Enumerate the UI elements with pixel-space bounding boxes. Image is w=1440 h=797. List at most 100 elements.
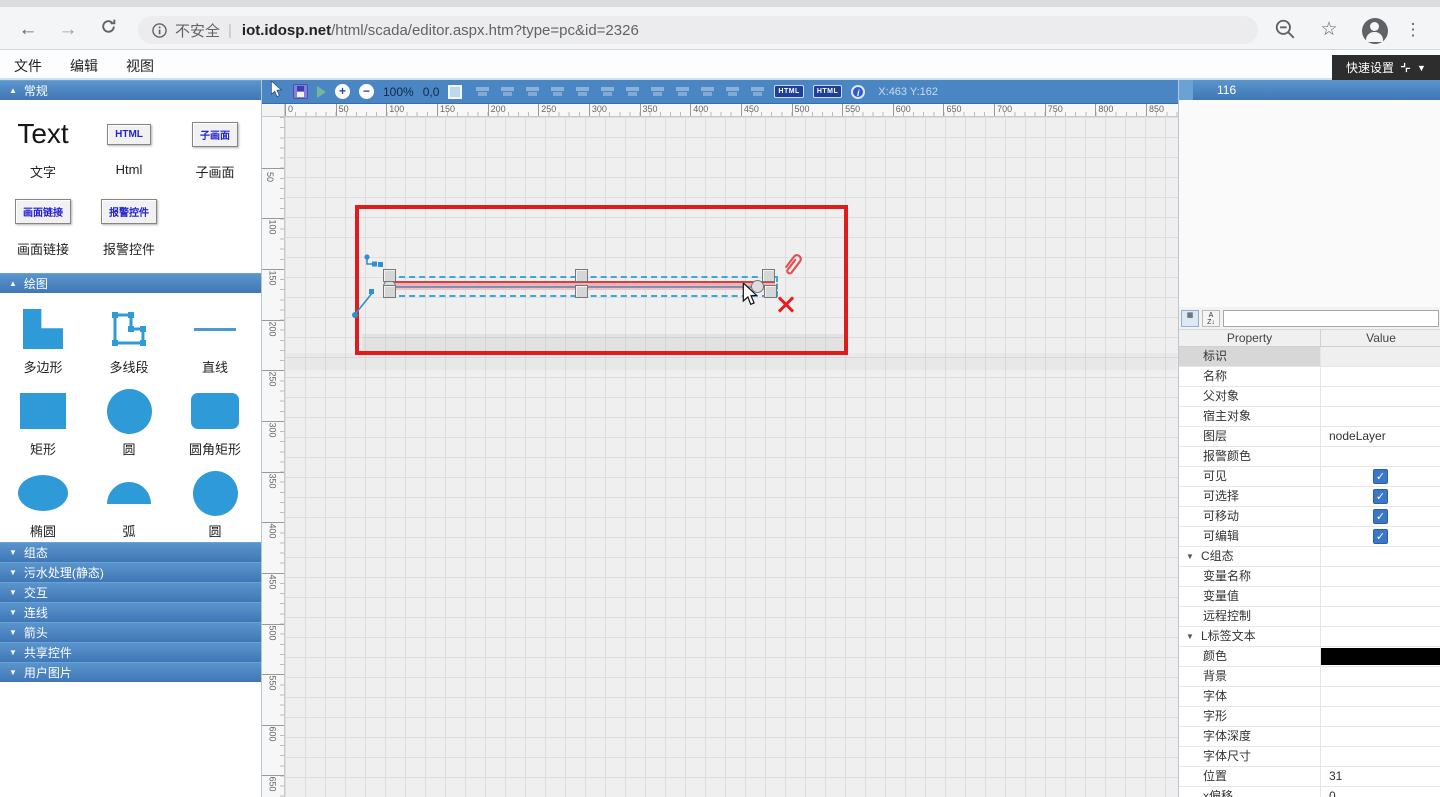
- panel-header-5[interactable]: ▼连线: [0, 602, 261, 622]
- property-row-1[interactable]: 名称: [1179, 367, 1440, 387]
- categorized-view-icon[interactable]: ▦: [1181, 310, 1199, 327]
- property-value[interactable]: 0: [1321, 787, 1440, 797]
- alphabetical-sort-icon[interactable]: AZ↓: [1202, 310, 1220, 327]
- property-row-18[interactable]: 字形: [1179, 707, 1440, 727]
- panel-header-3[interactable]: ▼污水处理(静态): [0, 562, 261, 582]
- bring-to-front-icon[interactable]: [475, 85, 490, 98]
- address-bar[interactable]: 不安全 | iot.idosp.net/html/scada/editor.as…: [138, 16, 1258, 44]
- property-row-6[interactable]: 可见✓: [1179, 467, 1440, 487]
- menu-item-2[interactable]: 视图: [112, 50, 168, 82]
- checkbox-checked-icon[interactable]: ✓: [1373, 509, 1388, 524]
- zoom-out-page-icon[interactable]: [1274, 18, 1300, 44]
- profile-avatar[interactable]: [1362, 18, 1388, 44]
- send-to-back-icon[interactable]: [500, 85, 515, 98]
- property-value[interactable]: 31: [1321, 767, 1440, 786]
- property-row-7[interactable]: 可选择✓: [1179, 487, 1440, 507]
- quick-settings-button[interactable]: 快速设置 ▼: [1332, 55, 1440, 80]
- palette-item-ellipse-6[interactable]: 椭圆: [0, 467, 86, 540]
- panel-header-6[interactable]: ▼箭头: [0, 622, 261, 642]
- property-value[interactable]: ✓: [1321, 507, 1440, 526]
- property-value[interactable]: [1321, 707, 1440, 726]
- canvas-settings-icon[interactable]: [448, 85, 462, 99]
- palette-item-polyline-1[interactable]: 多线段: [86, 303, 172, 376]
- menu-item-0[interactable]: 文件: [0, 50, 56, 82]
- palette-item-polygon-0[interactable]: 多边形: [0, 303, 86, 376]
- property-value[interactable]: [1321, 567, 1440, 586]
- property-value[interactable]: [1321, 607, 1440, 626]
- resize-handle[interactable]: [575, 269, 588, 282]
- property-row-13[interactable]: 远程控制: [1179, 607, 1440, 627]
- zoom-out-icon[interactable]: −: [359, 84, 374, 99]
- panel-header-4[interactable]: ▼交互: [0, 582, 261, 602]
- property-row-5[interactable]: 报警颜色: [1179, 447, 1440, 467]
- property-value[interactable]: [1321, 367, 1440, 386]
- property-row-0[interactable]: 标识: [1179, 347, 1440, 367]
- palette-item-general-2[interactable]: 子画面子画面: [172, 108, 258, 181]
- property-row-11[interactable]: 变量名称: [1179, 567, 1440, 587]
- checkbox-checked-icon[interactable]: ✓: [1373, 489, 1388, 504]
- panel-header-1[interactable]: ▲绘图: [0, 273, 261, 293]
- delete-icon[interactable]: [777, 295, 795, 313]
- property-value[interactable]: [1321, 547, 1440, 566]
- color-swatch[interactable]: [1321, 648, 1440, 665]
- palette-item-rounded-5[interactable]: 圆角矩形: [172, 385, 258, 458]
- property-row-12[interactable]: 变量值: [1179, 587, 1440, 607]
- same-width-icon[interactable]: [675, 85, 690, 98]
- resize-handle[interactable]: [575, 285, 588, 298]
- property-value[interactable]: [1321, 727, 1440, 746]
- property-row-20[interactable]: 字体尺寸: [1179, 747, 1440, 767]
- property-row-3[interactable]: 宿主对象: [1179, 407, 1440, 427]
- panel-header-8[interactable]: ▼用户图片: [0, 662, 261, 682]
- design-canvas[interactable]: [285, 117, 1178, 797]
- run-preview-icon[interactable]: [317, 86, 326, 98]
- browser-back-icon[interactable]: ←: [16, 18, 40, 42]
- zoom-in-icon[interactable]: +: [335, 84, 350, 99]
- save-icon[interactable]: [293, 84, 308, 99]
- property-row-9[interactable]: 可编辑✓: [1179, 527, 1440, 547]
- palette-item-arc-7[interactable]: 弧: [86, 467, 172, 540]
- browser-menu-icon[interactable]: ⋮: [1400, 18, 1426, 44]
- bookmark-star-icon[interactable]: ☆: [1316, 18, 1342, 44]
- property-value[interactable]: [1321, 407, 1440, 426]
- property-row-21[interactable]: 位置31: [1179, 767, 1440, 787]
- align-left-icon[interactable]: [525, 85, 540, 98]
- browser-forward-icon[interactable]: →: [56, 18, 80, 42]
- html-export-icon[interactable]: HTML: [774, 85, 803, 98]
- palette-item-circle-8[interactable]: 圆: [172, 467, 258, 540]
- palette-item-rect-3[interactable]: 矩形: [0, 385, 86, 458]
- resize-handle[interactable]: [764, 285, 777, 298]
- property-row-8[interactable]: 可移动✓: [1179, 507, 1440, 527]
- palette-item-general-0[interactable]: Text文字: [0, 108, 86, 181]
- property-row-17[interactable]: 字体: [1179, 687, 1440, 707]
- attach-paperclip-icon[interactable]: [780, 251, 804, 279]
- palette-item-line-2[interactable]: 直线: [172, 303, 258, 376]
- menu-item-1[interactable]: 编辑: [56, 50, 112, 82]
- checkbox-checked-icon[interactable]: ✓: [1373, 529, 1388, 544]
- property-value[interactable]: ✓: [1321, 487, 1440, 506]
- group-collapse-icon[interactable]: ▼: [1186, 547, 1194, 566]
- align-bottom-icon[interactable]: [650, 85, 665, 98]
- property-search-input[interactable]: [1223, 310, 1439, 327]
- align-middle-icon[interactable]: [625, 85, 640, 98]
- property-row-10[interactable]: ▼C组态: [1179, 547, 1440, 567]
- resize-handle[interactable]: [383, 285, 396, 298]
- property-value[interactable]: [1321, 387, 1440, 406]
- property-value[interactable]: [1321, 747, 1440, 766]
- property-value[interactable]: ✓: [1321, 527, 1440, 546]
- same-height-icon[interactable]: [700, 85, 715, 98]
- checkbox-checked-icon[interactable]: ✓: [1373, 469, 1388, 484]
- property-row-19[interactable]: 字体深度: [1179, 727, 1440, 747]
- property-row-4[interactable]: 图层nodeLayer: [1179, 427, 1440, 447]
- align-right-icon[interactable]: [575, 85, 590, 98]
- property-row-16[interactable]: 背景: [1179, 667, 1440, 687]
- panel-header-7[interactable]: ▼共享控件: [0, 642, 261, 662]
- property-value[interactable]: [1321, 447, 1440, 466]
- property-value[interactable]: [1321, 627, 1440, 646]
- property-row-14[interactable]: ▼L标签文本: [1179, 627, 1440, 647]
- property-row-15[interactable]: 颜色: [1179, 647, 1440, 667]
- palette-item-general-4[interactable]: 报警控件报警控件: [86, 185, 172, 258]
- connector-line-icon[interactable]: [351, 289, 377, 319]
- distribute-horizontal-icon[interactable]: [725, 85, 740, 98]
- panel-header-0[interactable]: ▲常规: [0, 80, 261, 100]
- html-source-icon[interactable]: HTML: [813, 85, 842, 98]
